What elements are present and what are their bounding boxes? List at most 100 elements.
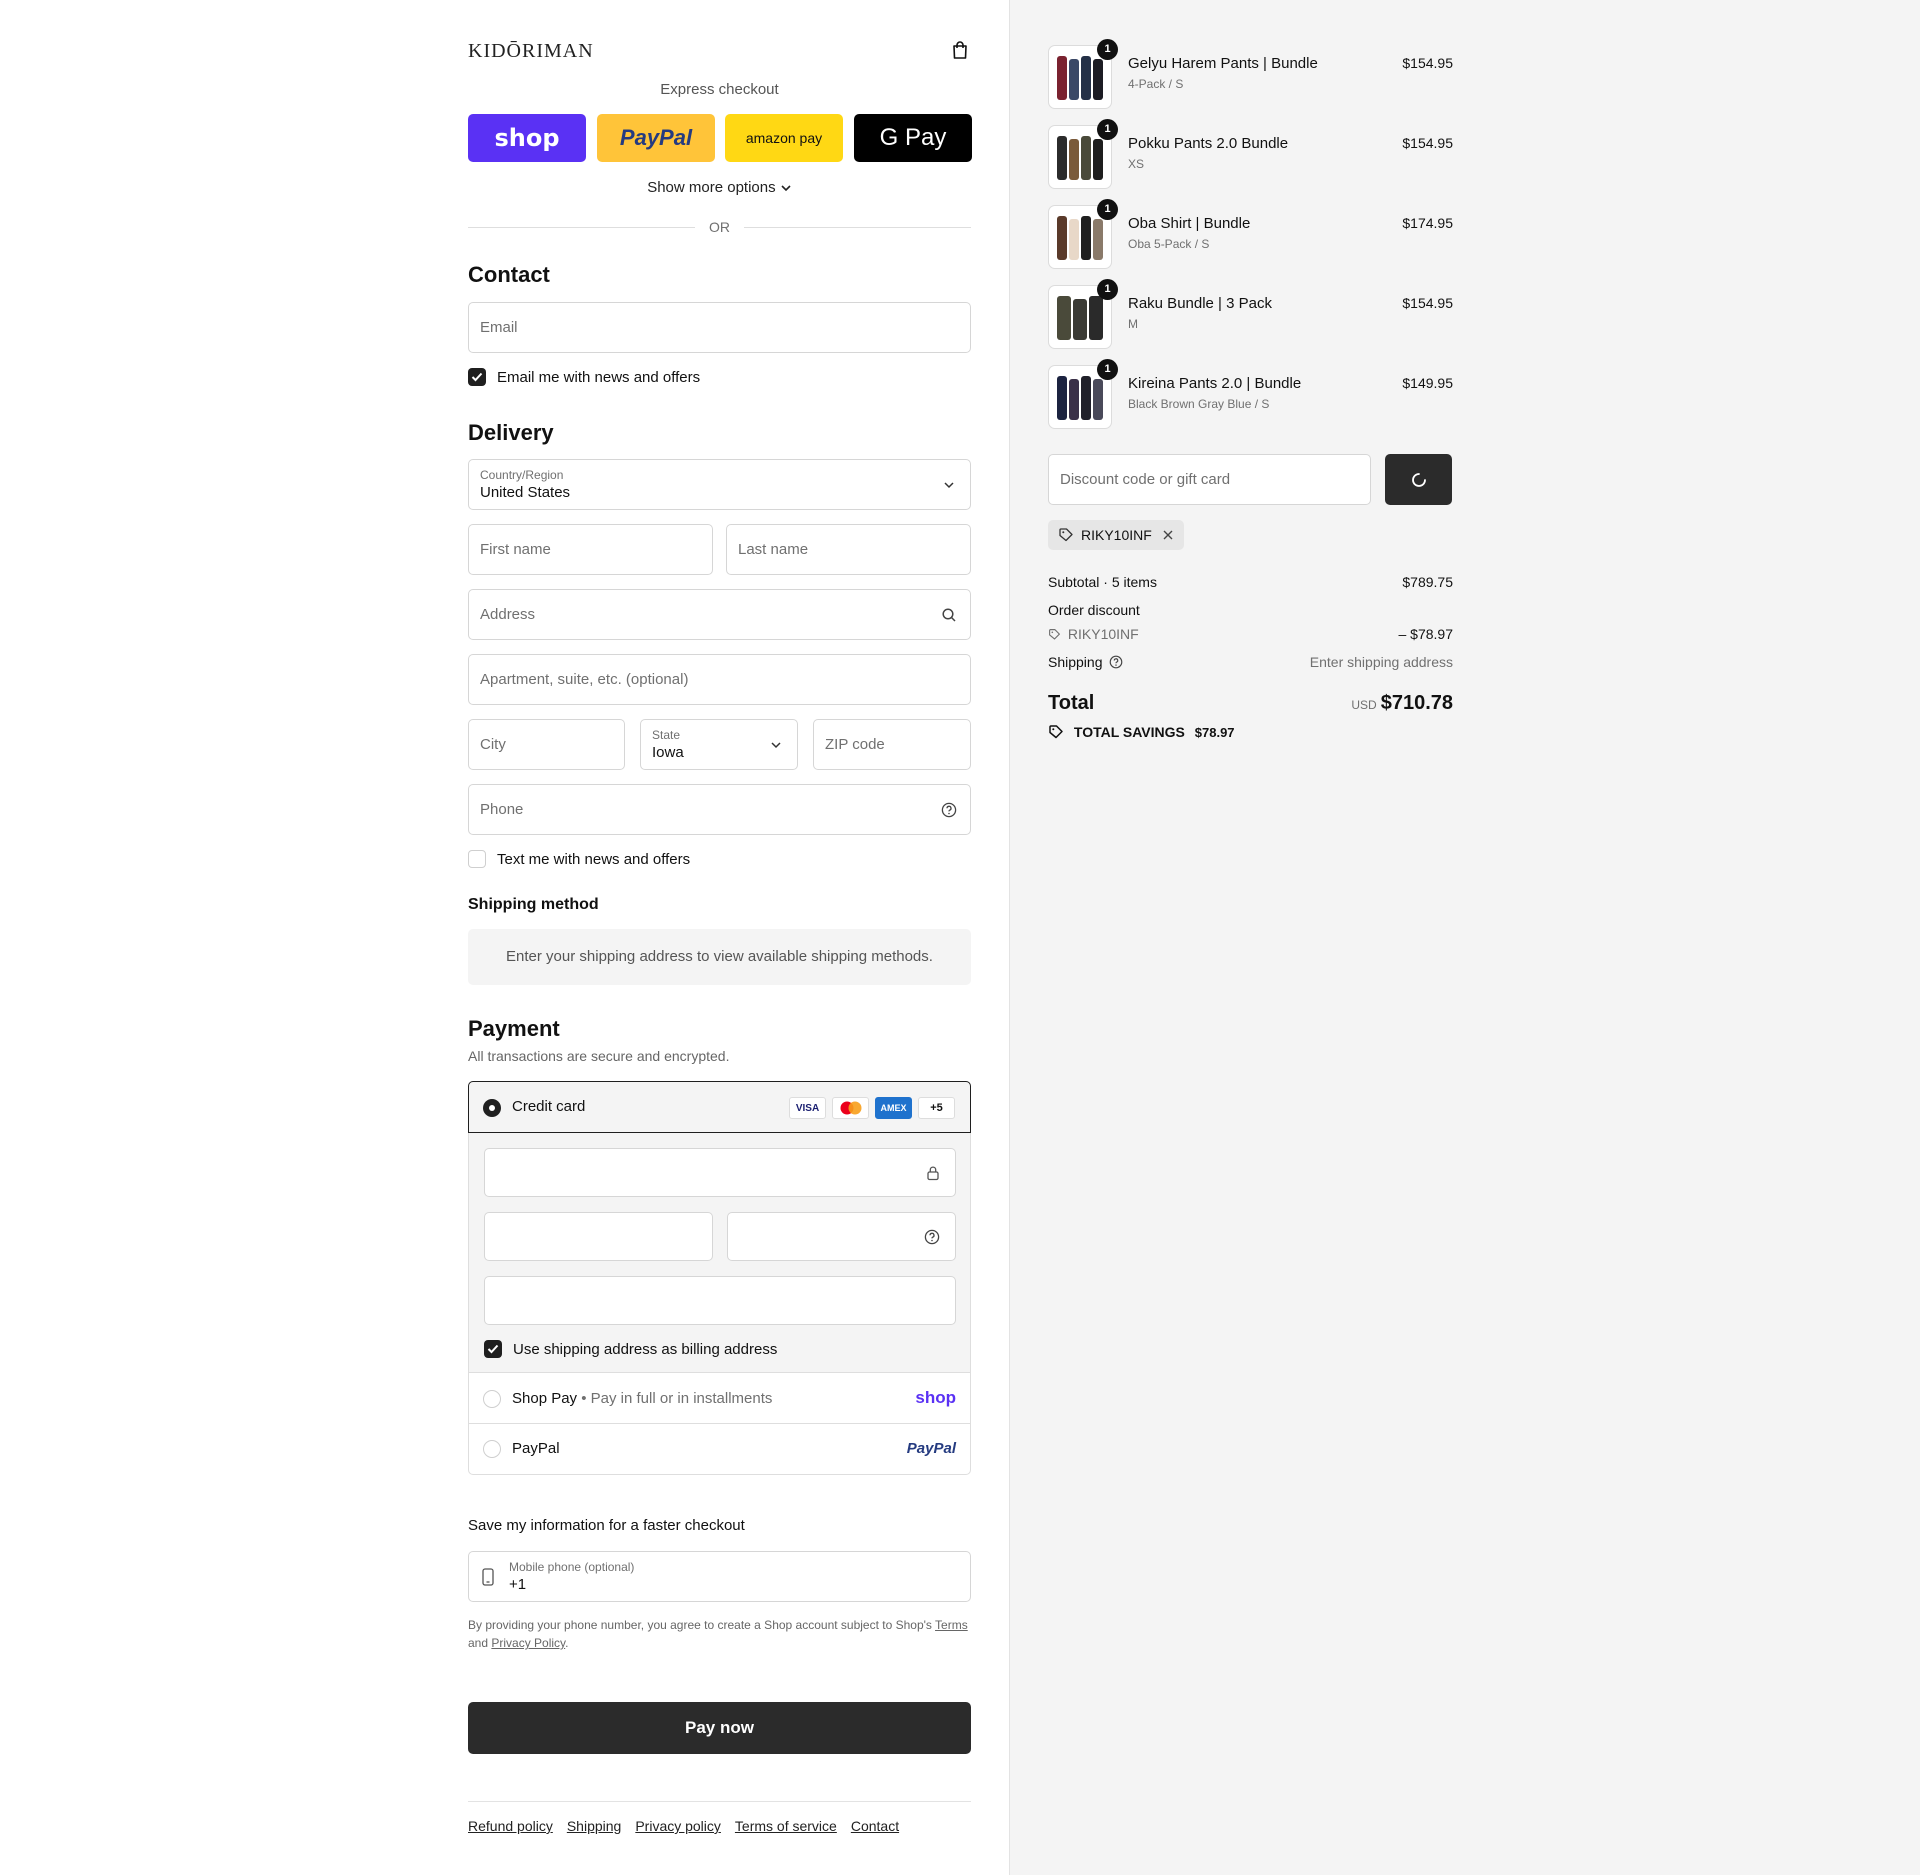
name-on-card-field[interactable] [484, 1276, 956, 1325]
cart-item: 1 Oba Shirt | Bundle Oba 5-Pack / S $174… [1048, 199, 1453, 271]
mobile-phone-icon [482, 1568, 494, 1586]
payment-methods: Credit card VISA AMEX +5 Use shipping ad… [468, 1081, 971, 1475]
help-circle-icon[interactable] [1109, 655, 1123, 669]
item-name: Raku Bundle | 3 Pack [1128, 295, 1272, 312]
garment-shape [1089, 296, 1103, 340]
item-variant: 4-Pack / S [1128, 77, 1184, 91]
billing-address-checkbox[interactable]: Use shipping address as billing address [484, 1340, 777, 1358]
shipping-link[interactable]: Shipping [567, 1818, 622, 1834]
checkbox-checked-icon[interactable] [468, 368, 486, 386]
save-info-heading: Save my information for a faster checkou… [468, 1517, 745, 1534]
refund-policy-link[interactable]: Refund policy [468, 1818, 553, 1834]
cart-item: 1 Gelyu Harem Pants | Bundle 4-Pack / S … [1048, 39, 1453, 111]
first-name-field[interactable]: First name [468, 524, 713, 575]
tag-icon [1049, 629, 1060, 640]
help-circle-icon[interactable] [924, 1229, 940, 1245]
item-name: Oba Shirt | Bundle [1128, 215, 1251, 232]
tag-icon [1049, 725, 1063, 739]
item-variant: Black Brown Gray Blue / S [1128, 397, 1270, 411]
item-price: $154.95 [1402, 295, 1453, 311]
apartment-field[interactable]: Apartment, suite, etc. (optional) [468, 654, 971, 705]
expiration-date-field[interactable] [484, 1212, 713, 1261]
search-icon [942, 608, 956, 622]
payment-heading: Payment [468, 1016, 560, 1041]
garment-shape [1057, 376, 1067, 420]
payment-subtitle: All transactions are secure and encrypte… [468, 1048, 730, 1064]
zip-field[interactable]: ZIP code [813, 719, 971, 770]
order-discount-label: Order discount [1048, 602, 1140, 618]
checkbox-checked-icon[interactable] [484, 1340, 502, 1358]
text-news-checkbox[interactable]: Text me with news and offers [468, 850, 690, 868]
email-field[interactable]: Email [468, 302, 971, 353]
garment-shape [1069, 219, 1079, 260]
loading-spinner-icon [1412, 473, 1426, 487]
quantity-badge: 1 [1097, 279, 1118, 300]
help-circle-icon[interactable] [941, 802, 957, 818]
pay-now-button[interactable]: Pay now [468, 1702, 971, 1754]
paypal-option[interactable]: PayPal PayPal [469, 1424, 970, 1474]
paypal-express-button[interactable]: PayPal [597, 114, 715, 162]
address-field[interactable]: Address [468, 589, 971, 640]
discount-code-input[interactable]: Discount code or gift card [1048, 454, 1371, 505]
garment-shape [1093, 219, 1103, 260]
express-checkout-label: Express checkout [660, 81, 779, 98]
item-variant: Oba 5-Pack / S [1128, 237, 1210, 251]
contact-heading: Contact [468, 262, 550, 287]
garment-shape [1093, 139, 1103, 180]
garment-shape [1057, 56, 1067, 100]
delivery-heading: Delivery [468, 420, 554, 445]
shop-pay-option[interactable]: Shop Pay • Pay in full or in installment… [469, 1374, 970, 1424]
state-select[interactable]: State Iowa [640, 719, 798, 770]
item-name: Kireina Pants 2.0 | Bundle [1128, 375, 1302, 392]
apply-discount-button[interactable] [1385, 454, 1452, 505]
card-number-field[interactable] [484, 1148, 956, 1197]
garment-shape [1057, 136, 1067, 180]
mobile-phone-field[interactable]: Mobile phone (optional) +1 [468, 1551, 971, 1602]
shop-pay-express-button[interactable]: shop [468, 114, 586, 162]
chevron-down-icon [944, 482, 954, 489]
checkbox-unchecked-icon[interactable] [468, 850, 486, 868]
item-variant: M [1128, 317, 1138, 331]
terms-link[interactable]: Terms [935, 1618, 968, 1632]
garment-shape [1081, 56, 1091, 100]
last-name-field[interactable]: Last name [726, 524, 971, 575]
total-value: $710.78 [1380, 692, 1453, 714]
visa-icon: VISA [789, 1097, 826, 1119]
total-row: Total USD $710.78 [1048, 692, 1453, 714]
radio-selected-icon[interactable] [483, 1099, 501, 1117]
or-divider: OR [468, 218, 971, 236]
shipping-row: Shipping Enter shipping address [1048, 654, 1453, 670]
item-price: $154.95 [1402, 135, 1453, 151]
shipping-method-message: Enter your shipping address to view avai… [468, 929, 971, 985]
security-code-field[interactable] [727, 1212, 956, 1261]
item-price: $149.95 [1402, 375, 1453, 391]
brand-logo[interactable]: KIDŌRIMAN [468, 40, 594, 63]
credit-card-option[interactable]: Credit card VISA AMEX +5 [468, 1081, 971, 1133]
country-select[interactable]: Country/Region United States [468, 459, 971, 510]
garment-shape [1069, 379, 1079, 420]
city-field[interactable]: City [468, 719, 625, 770]
paypal-logo: PayPal [906, 1440, 956, 1457]
amazon-pay-express-button[interactable]: amazon pay [725, 114, 843, 162]
privacy-policy-link[interactable]: Privacy policy [635, 1818, 721, 1834]
close-icon[interactable] [1162, 529, 1174, 541]
show-more-options-button[interactable]: Show more options [468, 179, 971, 196]
garment-shape [1057, 296, 1071, 340]
radio-unselected-icon[interactable] [483, 1440, 501, 1458]
credit-card-form: Use shipping address as billing address [469, 1133, 970, 1373]
terms-of-service-link[interactable]: Terms of service [735, 1818, 837, 1834]
radio-unselected-icon[interactable] [483, 1390, 501, 1408]
item-price: $174.95 [1402, 215, 1453, 231]
phone-field[interactable]: Phone [468, 784, 971, 835]
garment-shape [1081, 216, 1091, 260]
amazon-pay-logo: amazon pay [745, 130, 823, 146]
quantity-badge: 1 [1097, 39, 1118, 60]
contact-link[interactable]: Contact [851, 1818, 899, 1834]
google-pay-express-button[interactable]: G Pay [854, 114, 972, 162]
privacy-policy-link[interactable]: Privacy Policy [491, 1636, 565, 1650]
cart-bag-icon[interactable] [950, 40, 970, 60]
garment-shape [1057, 216, 1067, 260]
footer-links: Refund policy Shipping Privacy policy Te… [468, 1818, 899, 1834]
email-news-checkbox[interactable]: Email me with news and offers [468, 368, 700, 386]
discount-row: RIKY10INF – $78.97 [1048, 626, 1453, 642]
